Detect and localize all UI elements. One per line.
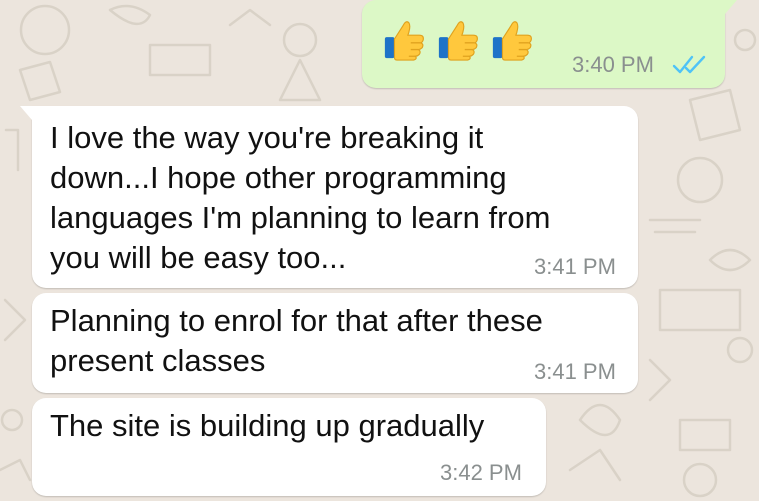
message-text: I love the way you're breaking it down..… [50, 120, 551, 275]
incoming-message-bubble[interactable]: I love the way you're breaking it down..… [20, 106, 638, 288]
read-receipt-double-tick-icon [672, 55, 706, 74]
emoji-row [382, 16, 536, 62]
thumbs-up-emoji-icon [384, 21, 424, 61]
message-timestamp: 3:41 PM [534, 254, 616, 279]
message-timestamp: 3:42 PM [440, 460, 522, 485]
message-text: The site is building up gradually [50, 408, 485, 443]
message-timestamp: 3:40 PM [572, 52, 654, 77]
incoming-message-bubble[interactable]: The site is building up gradually 3:42 P… [32, 398, 546, 496]
thumbs-up-emoji-icon [438, 21, 478, 61]
bubble-tail [725, 0, 737, 14]
incoming-message-bubble[interactable]: Planning to enrol for that after these p… [32, 293, 638, 393]
message-text: Planning to enrol for that after these p… [50, 303, 543, 378]
outgoing-message-bubble[interactable]: 3:40 PM [362, 0, 737, 88]
thumbs-up-emoji-icon [492, 21, 532, 61]
bubble-tail [20, 106, 32, 120]
message-timestamp: 3:41 PM [534, 359, 616, 384]
